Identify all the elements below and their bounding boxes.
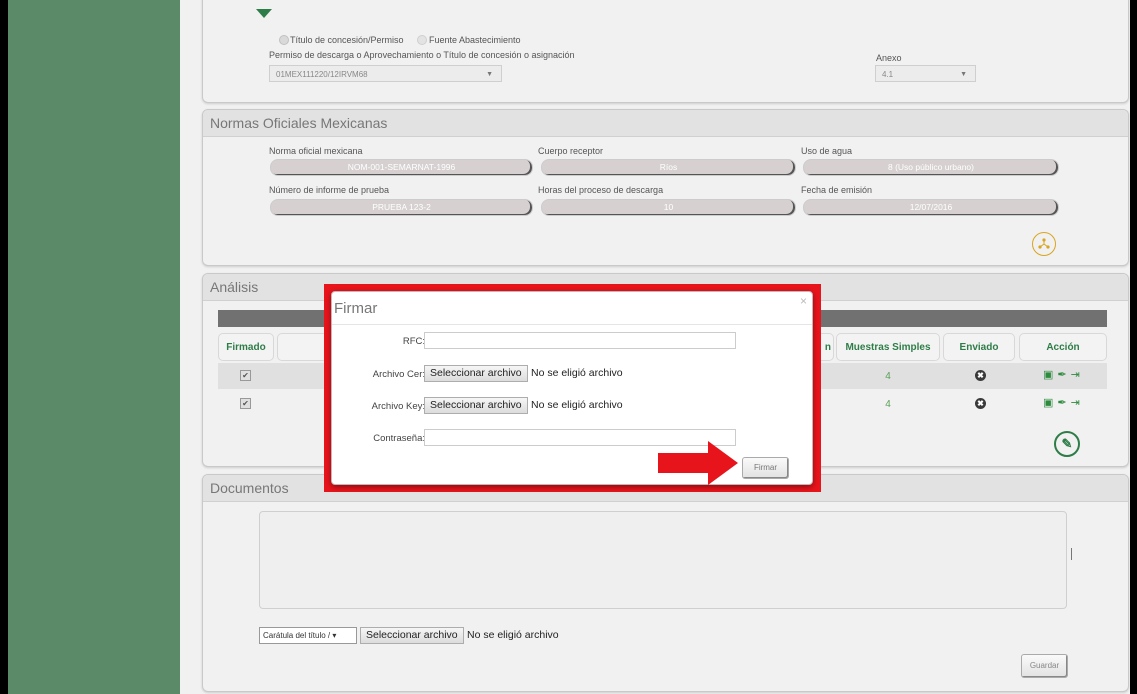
cer-file-status: No se eligió archivo [531,367,623,379]
chevron-down-icon[interactable] [256,9,272,18]
rfc-input[interactable] [424,332,736,349]
close-icon[interactable]: × [800,294,807,308]
documents-drop-area[interactable] [259,511,1067,609]
send-icon[interactable]: ⇥ [1071,397,1084,409]
document-type-select[interactable]: Carátula del título / ▾ [259,627,357,644]
modal-divider [332,324,812,325]
password-label: Contraseña: [373,433,425,444]
fecha-value: 12/07/2016 [803,199,1059,216]
anexo-select[interactable]: 4.1 ▼ [875,65,976,82]
arrow-pointer-icon [658,441,738,485]
row2-firmado-checkbox[interactable]: ✔ [240,398,251,409]
row1-enviado-icon: ✖ [975,370,986,381]
th-firmado[interactable]: Firmado [218,333,274,361]
row1-firmado-checkbox[interactable]: ✔ [240,370,251,381]
row2-actions[interactable]: ▣✒⇥ [1043,396,1084,409]
sign-icon[interactable]: ✎ [1054,431,1080,457]
norma-label: Norma oficial mexicana [269,146,363,156]
anexo-label: Anexo [876,53,902,63]
norma-value: NOM-001-SEMARNAT-1996 [270,159,533,176]
document-icon[interactable]: ▣ [1043,369,1057,381]
row2-muestras: 4 [885,399,891,410]
uso-label: Uso de agua [801,146,853,156]
permiso-select[interactable]: 01MEX111220/12IRVM68 ▼ [269,65,502,82]
send-icon[interactable]: ⇥ [1071,369,1084,381]
firmar-modal: Firmar × RFC: Archivo Cer: Seleccionar a… [331,291,813,485]
normas-title: Normas Oficiales Mexicanas [203,110,1128,137]
th-enviado[interactable]: Enviado [943,333,1015,361]
cuerpo-label: Cuerpo receptor [538,146,604,156]
guardar-button[interactable]: Guardar [1021,654,1068,678]
network-icon[interactable] [1032,232,1056,256]
informe-value: PRUEBA 123-2 [270,199,533,216]
horas-value: 10 [541,199,796,216]
rfc-label: RFC: [402,336,425,347]
key-file-status: No se eligió archivo [531,399,623,411]
documentos-file-status: No se eligió archivo [467,629,559,641]
modal-title: Firmar [334,300,378,317]
permiso-label: Permiso de descarga o Aprovechamiento o … [269,50,575,60]
row1-actions[interactable]: ▣✒⇥ [1043,368,1084,381]
window-frame-right [1130,0,1137,694]
radio-fuente[interactable] [417,35,427,45]
informe-label: Número de informe de prueba [269,185,390,195]
documentos-file-button[interactable]: Seleccionar archivo [360,627,464,644]
th-accion[interactable]: Acción [1019,333,1107,361]
cer-file-button[interactable]: Seleccionar archivo [424,365,528,382]
row2-enviado-icon: ✖ [975,398,986,409]
document-icon[interactable]: ▣ [1043,397,1057,409]
firmar-button[interactable]: Firmar [742,457,789,479]
radio-fuente-label: Fuente Abastecimiento [429,35,521,45]
radio-titulo-label: Título de concesión/Permiso [290,35,404,45]
horas-label: Horas del proceso de descarga [538,185,664,195]
scroll-marker [1071,548,1072,560]
key-file-button[interactable]: Seleccionar archivo [424,397,528,414]
radio-titulo[interactable] [279,35,289,45]
sidebar [8,0,180,694]
key-label: Archivo Key: [371,401,425,412]
cer-label: Archivo Cer: [372,369,425,380]
row1-muestras: 4 [885,371,891,382]
th-muestras[interactable]: Muestras Simples [836,333,940,361]
pen-icon[interactable]: ✒ [1057,397,1070,409]
fecha-label: Fecha de emisión [801,185,873,195]
window-frame-left [0,0,8,694]
uso-value: 8 (Uso público urbano) [803,159,1059,176]
cuerpo-value: Ríos [541,159,796,176]
pen-icon[interactable]: ✒ [1057,369,1070,381]
